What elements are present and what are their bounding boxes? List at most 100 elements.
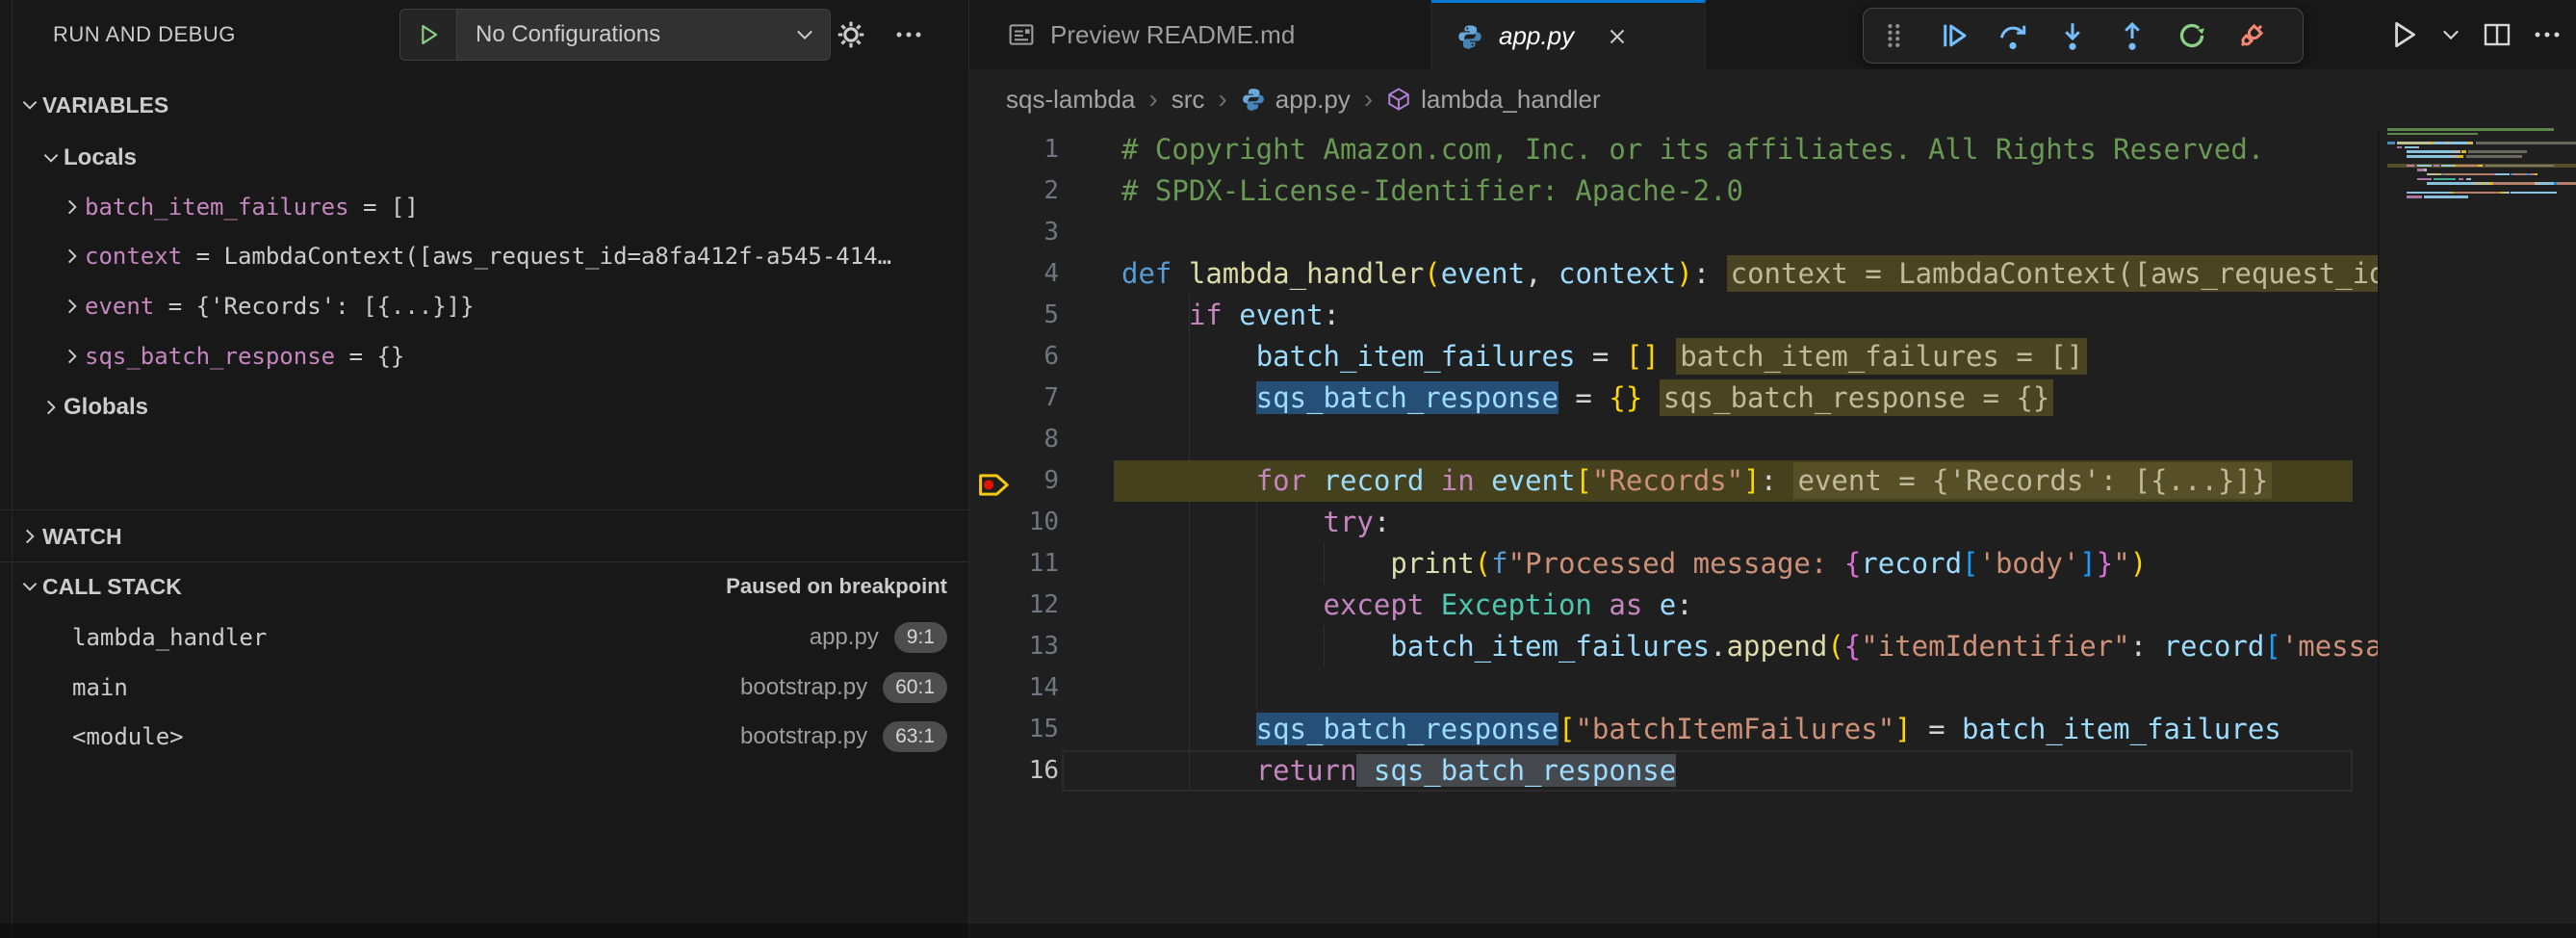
code-line-9[interactable]: 9 for record in event["Records"]:event =… <box>969 460 2378 502</box>
indent-guide <box>1256 667 1257 709</box>
frame-location-badge: 9:1 <box>894 622 947 653</box>
more-actions-icon[interactable] <box>2532 19 2563 50</box>
call-stack-frame[interactable]: lambda_handler app.py 9:1 <box>0 616 968 659</box>
section-divider <box>0 561 968 562</box>
chevron-right-icon: › <box>1364 84 1373 115</box>
variable-value: = [] <box>349 194 419 221</box>
python-icon <box>1241 87 1266 112</box>
breadcrumb-folder[interactable]: src <box>1172 85 1205 115</box>
step-over-icon[interactable] <box>1995 17 2031 54</box>
breadcrumb-folder[interactable]: sqs-lambda <box>1006 85 1135 115</box>
drag-handle-icon[interactable] <box>1875 17 1912 54</box>
close-icon[interactable] <box>1601 20 1634 53</box>
line-number[interactable]: 4 <box>1008 253 1059 295</box>
line-number[interactable]: 3 <box>1008 212 1059 253</box>
section-variables[interactable]: VARIABLES <box>0 84 968 126</box>
code-line-7[interactable]: 7 sqs_batch_response = {}sqs_batch_respo… <box>969 378 2378 419</box>
code-line-13[interactable]: 13 batch_item_failures.append({"itemIden… <box>969 626 2378 667</box>
continue-icon[interactable] <box>1935 17 1971 54</box>
code-line-11[interactable]: 11 print(f"Processed message: {record['b… <box>969 543 2378 585</box>
line-number[interactable]: 15 <box>1008 709 1059 750</box>
config-dropdown[interactable]: No Configurations <box>399 9 831 61</box>
chevron-down-icon <box>17 576 42 597</box>
line-number[interactable]: 11 <box>1008 543 1059 585</box>
line-number[interactable]: 10 <box>1008 502 1059 543</box>
code-line-15[interactable]: 15 sqs_batch_response["batchItemFailures… <box>969 709 2378 750</box>
bottom-panel-edge <box>0 924 2576 938</box>
code-line-8[interactable]: 8 <box>969 419 2378 460</box>
call-stack-frame[interactable]: mainbootstrap.py60:1 <box>0 666 968 709</box>
run-python-file-icon[interactable] <box>2387 18 2420 51</box>
code-line-16[interactable]: 16 return sqs_batch_response <box>969 750 2378 792</box>
minimap-token <box>2444 173 2493 176</box>
variable-row[interactable]: event = {'Records': [{...}]} <box>0 285 968 327</box>
code-line-3[interactable]: 3 <box>969 212 2378 253</box>
run-dropdown-chevron-icon[interactable] <box>2439 23 2462 46</box>
code-line-14[interactable]: 14 <box>969 667 2378 709</box>
restart-icon[interactable] <box>2174 17 2210 54</box>
code-editor[interactable]: 1# Copyright Amazon.com, Inc. or its aff… <box>969 129 2378 792</box>
line-number[interactable]: 6 <box>1008 336 1059 378</box>
section-watch[interactable]: WATCH <box>0 515 968 558</box>
word-highlight: sqs_batch_response <box>1256 713 1558 745</box>
frame-file: bootstrap.py <box>740 674 867 701</box>
minimap-token <box>2407 155 2451 158</box>
line-number[interactable]: 5 <box>1008 295 1059 336</box>
start-debugging-icon[interactable] <box>400 10 457 60</box>
code-line-10[interactable]: 10 try: <box>969 502 2378 543</box>
step-into-icon[interactable] <box>2054 17 2091 54</box>
tab-preview-readme[interactable]: Preview README.md <box>969 0 1431 69</box>
more-actions-icon[interactable] <box>888 13 930 56</box>
line-number[interactable]: 1 <box>1008 129 1059 170</box>
code-line-5[interactable]: 5 if event: <box>969 295 2378 336</box>
minimap-token <box>2459 155 2463 158</box>
variable-row[interactable]: batch_item_failures = [] <box>0 186 968 228</box>
minimap-hint <box>2476 142 2576 144</box>
line-number[interactable]: 8 <box>1008 419 1059 460</box>
section-label: VARIABLES <box>42 92 168 118</box>
disconnect-icon[interactable] <box>2233 17 2270 54</box>
section-label: CALL STACK <box>42 574 182 600</box>
code-line-1[interactable]: 1# Copyright Amazon.com, Inc. or its aff… <box>969 129 2378 170</box>
minimap-token <box>2417 178 2432 181</box>
chevron-right-icon: › <box>1218 84 1226 115</box>
line-number[interactable]: 7 <box>1008 378 1059 419</box>
split-editor-icon[interactable] <box>2482 19 2512 50</box>
markdown-preview-icon <box>1008 21 1035 48</box>
line-number[interactable]: 13 <box>1008 626 1059 667</box>
minimap-token <box>2387 128 2554 131</box>
gear-icon[interactable] <box>830 13 872 56</box>
section-call-stack[interactable]: CALL STACK Paused on breakpoint <box>0 565 968 608</box>
word-highlight: sqs_batch_response <box>1256 381 1558 414</box>
breadcrumb-file-label: app.py <box>1275 85 1351 115</box>
line-number[interactable]: 14 <box>1008 667 1059 709</box>
call-stack-frame[interactable]: <module>bootstrap.py63:1 <box>0 716 968 758</box>
chevron-right-icon <box>60 196 85 218</box>
line-number[interactable]: 9 <box>1008 460 1059 502</box>
code-line-text: sqs_batch_response["batchItemFailures"] … <box>1121 709 2281 750</box>
frame-file: bootstrap.py <box>740 723 867 750</box>
code-line-12[interactable]: 12 except Exception as e: <box>969 585 2378 626</box>
code-line-2[interactable]: 2# SPDX-License-Identifier: Apache-2.0 <box>969 170 2378 212</box>
code-line-4[interactable]: 4def lambda_handler(event, context):cont… <box>969 253 2378 295</box>
minimap[interactable] <box>2387 127 2576 801</box>
breadcrumb-file[interactable]: app.py <box>1241 85 1351 115</box>
line-number[interactable]: 16 <box>1008 750 1059 792</box>
line-number[interactable]: 12 <box>1008 585 1059 626</box>
minimap-token <box>2557 182 2576 185</box>
scope-locals[interactable]: Locals <box>0 137 968 179</box>
minimap-hint <box>2466 155 2523 158</box>
step-out-icon[interactable] <box>2114 17 2151 54</box>
code-line-6[interactable]: 6 batch_item_failures = []batch_item_fai… <box>969 336 2378 378</box>
variable-row[interactable]: sqs_batch_response = {} <box>0 335 968 378</box>
minimap-token <box>2495 173 2510 176</box>
frame-name: lambda_handler <box>72 624 267 651</box>
minimap-token <box>2512 173 2527 176</box>
breadcrumb-symbol[interactable]: lambda_handler <box>1386 85 1600 115</box>
variable-row[interactable]: context = LambdaContext([aws_request_id=… <box>0 235 968 277</box>
line-number[interactable]: 2 <box>1008 170 1059 212</box>
scope-globals[interactable]: Globals <box>0 386 968 429</box>
frame-file: app.py <box>810 624 879 651</box>
pause-reason-status: Paused on breakpoint <box>726 574 947 599</box>
tab-app-py[interactable]: app.py <box>1431 0 1706 69</box>
